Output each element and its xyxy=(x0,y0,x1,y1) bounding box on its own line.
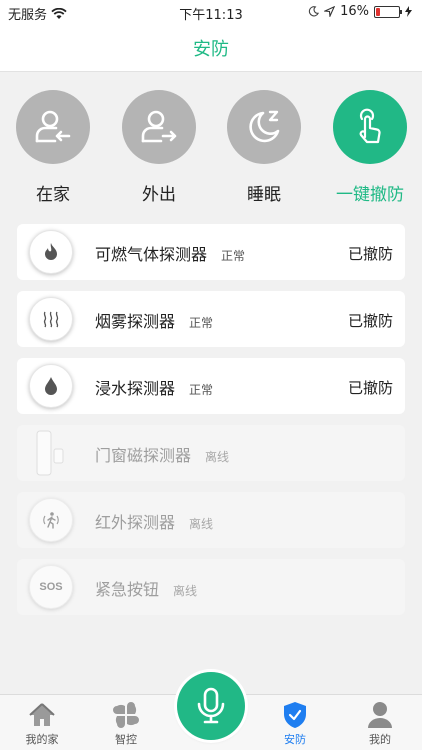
tab-smart-control[interactable]: 智控 xyxy=(84,701,168,747)
mode-home[interactable]: 在家 xyxy=(3,90,103,205)
tab-label: 我的 xyxy=(369,733,391,746)
motion-icon xyxy=(43,512,59,529)
device-status: 离线 xyxy=(205,450,230,464)
smoke-icon xyxy=(43,311,59,328)
device-icon-water xyxy=(29,364,73,408)
flame-icon xyxy=(45,243,57,260)
mode-sleep-button[interactable] xyxy=(227,90,301,164)
device-name: 可燃气体探测器 正常 xyxy=(95,241,245,265)
device-icon-smoke xyxy=(29,297,73,341)
status-right: 16% xyxy=(308,4,412,19)
tab-mine[interactable]: 我的 xyxy=(338,701,422,747)
tab-my-home[interactable]: 我的家 xyxy=(0,701,84,747)
sos-icon: SOS xyxy=(39,581,63,593)
tab-label: 安防 xyxy=(284,733,306,746)
mode-sleep-label: 睡眠 xyxy=(247,185,281,205)
mode-disarm-button[interactable] xyxy=(333,90,407,164)
water-drop-icon xyxy=(45,377,57,395)
device-smoke-detector[interactable]: 烟雾探测器 正常 已撤防 xyxy=(17,291,405,347)
device-status: 离线 xyxy=(173,584,198,598)
mode-selector: 在家 外出 睡眠 一键撤防 xyxy=(0,90,422,210)
tab-icon-wrap xyxy=(0,701,84,729)
device-name-text: 紧急按钮 xyxy=(95,580,160,599)
device-icon-infrared xyxy=(29,498,73,542)
page-title: 安防 xyxy=(193,38,229,60)
mode-away-button[interactable] xyxy=(122,90,196,164)
device-name: 红外探测器 离线 xyxy=(95,509,213,533)
tab-label: 智控 xyxy=(115,733,137,746)
device-arm-state: 已撤防 xyxy=(347,379,393,397)
tap-hand-icon xyxy=(359,108,381,144)
device-name: 浸水探测器 正常 xyxy=(95,375,213,399)
device-name: 紧急按钮 离线 xyxy=(95,576,197,600)
device-emergency-button[interactable]: SOS 紧急按钮 离线 xyxy=(17,559,405,615)
charging-bolt-icon xyxy=(405,6,412,17)
house-icon xyxy=(29,703,55,726)
mode-home-label: 在家 xyxy=(36,185,70,205)
moon-status-icon xyxy=(308,6,320,17)
device-name-text: 可燃气体探测器 xyxy=(95,245,208,264)
mode-away-label: 外出 xyxy=(142,185,176,205)
device-water-detector[interactable]: 浸水探测器 正常 已撤防 xyxy=(17,358,405,414)
device-icon-gas xyxy=(29,230,73,274)
tab-icon-wrap xyxy=(338,701,422,729)
device-status: 正常 xyxy=(189,316,214,330)
mode-sleep[interactable]: 睡眠 xyxy=(214,90,314,205)
device-icon-sos: SOS xyxy=(29,565,73,609)
battery-icon xyxy=(374,5,402,18)
home-arrive-icon xyxy=(35,110,71,143)
shield-check-icon xyxy=(284,702,306,728)
tab-security[interactable]: 安防 xyxy=(253,701,337,747)
device-status: 正常 xyxy=(189,383,214,397)
device-name-text: 门窗磁探测器 xyxy=(95,446,192,465)
device-arm-state: 已撤防 xyxy=(347,245,393,263)
nav-bar: 安防 xyxy=(0,24,422,72)
device-list: 可燃气体探测器 正常 已撤防 烟雾探测器 正常 已撤防 浸水探测器 正常 已撤防 门窗… xyxy=(17,224,405,626)
device-arm-state: 已撤防 xyxy=(347,312,393,330)
leave-home-icon xyxy=(141,110,177,143)
person-icon xyxy=(368,702,392,728)
device-name-text: 烟雾探测器 xyxy=(95,312,176,331)
grid-petals-icon xyxy=(113,702,139,728)
device-name: 烟雾探测器 正常 xyxy=(95,308,213,332)
device-door-sensor[interactable]: 门窗磁探测器 离线 xyxy=(17,425,405,481)
tab-label: 我的家 xyxy=(25,733,59,746)
location-arrow-icon xyxy=(324,6,336,17)
device-gas-detector[interactable]: 可燃气体探测器 正常 已撤防 xyxy=(17,224,405,280)
battery-percent: 16% xyxy=(340,4,369,19)
battery-fill xyxy=(376,7,380,16)
mode-away[interactable]: 外出 xyxy=(109,90,209,205)
status-bar: 无服务 下午11:13 16% xyxy=(0,0,422,24)
device-name-text: 红外探测器 xyxy=(95,513,176,532)
tab-icon-wrap xyxy=(84,701,168,729)
microphone-icon xyxy=(197,687,225,724)
device-name-text: 浸水探测器 xyxy=(95,379,176,398)
moon-icon xyxy=(249,110,280,143)
mode-disarm-label: 一键撤防 xyxy=(336,185,404,205)
device-status: 离线 xyxy=(189,517,214,531)
door-sensor-icon xyxy=(36,430,64,476)
mode-home-button[interactable] xyxy=(16,90,90,164)
device-status: 正常 xyxy=(221,249,246,263)
tab-icon-wrap xyxy=(253,701,337,729)
voice-assistant-button[interactable] xyxy=(177,672,245,740)
mode-disarm[interactable]: 一键撤防 xyxy=(320,90,420,205)
device-name: 门窗磁探测器 离线 xyxy=(95,442,229,466)
device-infrared-detector[interactable]: 红外探测器 离线 xyxy=(17,492,405,548)
